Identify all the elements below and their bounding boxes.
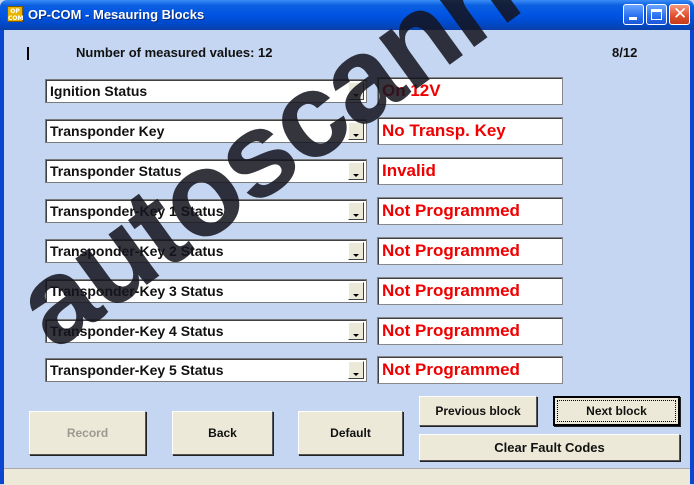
default-button[interactable]: Default [298, 411, 403, 455]
measurement-select-7[interactable]: Transponder-Key 4 Status [45, 319, 367, 343]
measurement-select-label: Transponder-Key 1 Status [50, 203, 224, 219]
window-title: OP-COM - Mesauring Blocks [28, 7, 205, 22]
measurement-select-label: Transponder-Key 3 Status [50, 283, 224, 299]
measurement-value-text: Not Programmed [382, 241, 520, 260]
maximize-button[interactable] [646, 4, 667, 25]
measurement-value-6: Not Programmed [377, 277, 563, 305]
app-icon-text-bottom: COM [8, 15, 24, 22]
measurement-select-2[interactable]: Transponder Key [45, 119, 367, 143]
measured-values-count: Number of measured values: 12 [76, 45, 273, 60]
measurement-value-1: On 12V [377, 77, 563, 105]
measurement-value-text: Not Programmed [382, 321, 520, 340]
minimize-icon [629, 17, 637, 20]
status-bar [4, 468, 690, 485]
dropdown-arrow-icon[interactable] [348, 82, 364, 100]
page-counter: 8/12 [612, 45, 638, 60]
measurement-value-text: No Transp. Key [382, 121, 506, 140]
measurement-value-4: Not Programmed [377, 197, 563, 225]
measurement-value-8: Not Programmed [377, 356, 563, 384]
close-button[interactable]: ✕ [669, 4, 690, 25]
title-bar[interactable]: OP COM OP-COM - Mesauring Blocks ✕ [0, 0, 694, 30]
measurement-select-4[interactable]: Transponder-Key 1 Status [45, 199, 367, 223]
measurement-select-label: Transponder-Key 5 Status [50, 362, 224, 378]
measurement-value-7: Not Programmed [377, 317, 563, 345]
window-border-right [690, 30, 694, 484]
measurement-value-text: Not Programmed [382, 201, 520, 220]
measurement-value-text: Invalid [382, 161, 436, 180]
measurement-select-1[interactable]: Ignition Status [45, 79, 367, 103]
dropdown-arrow-icon[interactable] [348, 202, 364, 220]
next-block-button[interactable]: Next block [553, 396, 680, 426]
measurement-value-text: Not Programmed [382, 281, 520, 300]
measurement-select-label: Transponder Key [50, 123, 165, 139]
measurement-select-3[interactable]: Transponder Status [45, 159, 367, 183]
measurement-select-8[interactable]: Transponder-Key 5 Status [45, 358, 367, 382]
record-button[interactable]: Record [29, 411, 146, 455]
text-cursor [27, 47, 29, 60]
minimize-button[interactable] [623, 4, 644, 25]
measurement-value-text: On 12V [382, 81, 441, 100]
measurement-value-2: No Transp. Key [377, 117, 563, 145]
measurement-select-5[interactable]: Transponder-Key 2 Status [45, 239, 367, 263]
back-button[interactable]: Back [172, 411, 273, 455]
measurement-value-5: Not Programmed [377, 237, 563, 265]
dropdown-arrow-icon[interactable] [348, 162, 364, 180]
measurement-select-label: Transponder-Key 4 Status [50, 323, 224, 339]
measurement-select-label: Transponder Status [50, 163, 182, 179]
measurement-select-label: Transponder-Key 2 Status [50, 243, 224, 259]
dropdown-arrow-icon[interactable] [348, 122, 364, 140]
maximize-icon [651, 9, 662, 20]
dropdown-arrow-icon[interactable] [348, 322, 364, 340]
dropdown-arrow-icon[interactable] [348, 361, 364, 379]
measurement-value-3: Invalid [377, 157, 563, 185]
measurement-select-label: Ignition Status [50, 83, 148, 99]
dropdown-arrow-icon[interactable] [348, 242, 364, 260]
app-icon-text-top: OP [10, 8, 20, 15]
measurement-value-text: Not Programmed [382, 360, 520, 379]
previous-block-button[interactable]: Previous block [419, 396, 537, 426]
clear-fault-codes-button[interactable]: Clear Fault Codes [419, 434, 680, 461]
close-icon: ✕ [673, 4, 688, 24]
measurement-select-6[interactable]: Transponder-Key 3 Status [45, 279, 367, 303]
opcom-app-icon[interactable]: OP COM [7, 6, 23, 22]
dropdown-arrow-icon[interactable] [348, 282, 364, 300]
